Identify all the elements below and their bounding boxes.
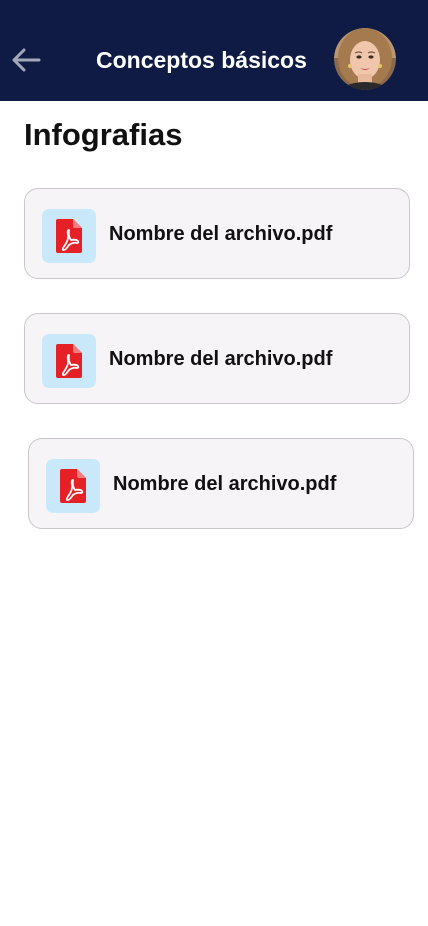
- section-title: Infografias: [24, 117, 183, 152]
- file-name: Nombre del archivo.pdf: [113, 473, 337, 495]
- file-name: Nombre del archivo.pdf: [109, 223, 333, 245]
- file-icon-box: [46, 459, 100, 513]
- pdf-file-icon: [56, 219, 82, 253]
- pdf-file-icon: [56, 344, 82, 378]
- file-card[interactable]: Nombre del archivo.pdf: [28, 438, 414, 529]
- arrow-left-icon: [12, 48, 41, 72]
- back-button[interactable]: [10, 44, 42, 76]
- page-title: Conceptos básicos: [96, 47, 307, 73]
- file-icon-box: [42, 209, 96, 263]
- file-card[interactable]: Nombre del archivo.pdf: [24, 188, 410, 279]
- avatar[interactable]: [334, 28, 396, 90]
- app-screen: Conceptos básicos Infografias Nombre del…: [0, 0, 428, 926]
- file-name: Nombre del archivo.pdf: [109, 348, 333, 370]
- top-app-bar: Conceptos básicos: [0, 0, 428, 101]
- file-icon-box: [42, 334, 96, 388]
- pdf-file-icon: [60, 469, 86, 503]
- user-avatar-icon: [334, 28, 396, 90]
- file-card[interactable]: Nombre del archivo.pdf: [24, 313, 410, 404]
